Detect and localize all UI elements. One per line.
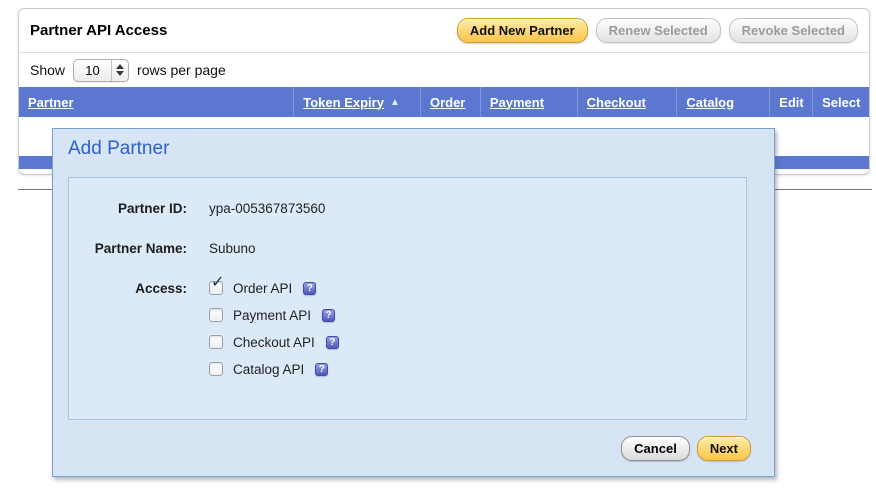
order-api-label: Order API — [233, 281, 292, 296]
access-checkbox-list: ✓ Order API ? Payment API ? Checkout API… — [209, 280, 339, 388]
checkout-api-label: Checkout API — [233, 335, 315, 350]
payment-api-help-icon[interactable]: ? — [322, 309, 335, 322]
catalog-api-help-icon[interactable]: ? — [315, 363, 328, 376]
page: Partner API Access Add New Partner Renew… — [0, 0, 876, 489]
column-header-partner[interactable]: Partner — [19, 95, 293, 110]
column-header-catalog[interactable]: Catalog — [676, 87, 769, 117]
rows-per-page-select[interactable]: 10 — [73, 59, 129, 82]
revoke-selected-button[interactable]: Revoke Selected — [729, 18, 858, 43]
checkmark-icon: ✓ — [211, 275, 224, 291]
add-new-partner-button[interactable]: Add New Partner — [457, 18, 588, 43]
payment-api-label: Payment API — [233, 308, 311, 323]
access-label: Access: — [69, 280, 187, 296]
payment-api-checkbox[interactable] — [209, 308, 223, 322]
panel-header: Partner API Access Add New Partner Renew… — [19, 9, 869, 53]
next-button[interactable]: Next — [697, 436, 751, 461]
partner-id-label: Partner ID: — [69, 200, 187, 216]
show-label: Show — [30, 62, 65, 78]
column-header-token-expiry[interactable]: Token Expiry ▲ — [293, 87, 420, 117]
add-partner-dialog: Add Partner Partner ID: ypa-005367873560… — [52, 128, 775, 477]
sort-ascending-icon: ▲ — [390, 97, 400, 108]
access-row: Access: ✓ Order API ? Payment API ? — [69, 280, 746, 388]
catalog-api-label: Catalog API — [233, 362, 304, 377]
partner-name-value: Subuno — [209, 240, 256, 256]
partner-name-label: Partner Name: — [69, 240, 187, 256]
access-item-order-api: ✓ Order API ? — [209, 280, 339, 296]
rows-per-page-bar: Show 10 rows per page — [19, 53, 869, 87]
access-item-catalog-api: Catalog API ? — [209, 361, 339, 377]
rows-per-page-value: 10 — [74, 60, 111, 81]
page-title: Partner API Access — [30, 22, 449, 39]
partner-name-row: Partner Name: Subuno — [69, 240, 746, 256]
cancel-button[interactable]: Cancel — [621, 436, 690, 461]
access-item-payment-api: Payment API ? — [209, 307, 339, 323]
renew-selected-button[interactable]: Renew Selected — [596, 18, 721, 43]
stepper-down-icon — [116, 71, 124, 76]
column-header-payment[interactable]: Payment — [480, 87, 577, 117]
partner-id-value: ypa-005367873560 — [209, 200, 325, 216]
order-api-checkbox[interactable]: ✓ — [209, 281, 223, 295]
dialog-title: Add Partner — [68, 138, 169, 160]
rows-per-page-label: rows per page — [137, 62, 226, 78]
column-header-checkout[interactable]: Checkout — [577, 87, 677, 117]
partner-id-row: Partner ID: ypa-005367873560 — [69, 200, 746, 216]
order-api-help-icon[interactable]: ? — [303, 282, 316, 295]
catalog-api-checkbox[interactable] — [209, 362, 223, 376]
column-header-order[interactable]: Order — [420, 87, 480, 117]
dialog-button-bar: Cancel Next — [621, 436, 751, 461]
dialog-form-panel: Partner ID: ypa-005367873560 Partner Nam… — [68, 177, 747, 420]
column-header-select: Select — [812, 87, 869, 117]
checkout-api-checkbox[interactable] — [209, 335, 223, 349]
access-item-checkout-api: Checkout API ? — [209, 334, 339, 350]
checkout-api-help-icon[interactable]: ? — [326, 336, 339, 349]
stepper-up-icon — [116, 64, 124, 69]
column-header-edit: Edit — [769, 87, 812, 117]
table-header-row: Partner Token Expiry ▲ Order Payment Che… — [19, 87, 869, 117]
stepper-icon — [111, 60, 128, 81]
